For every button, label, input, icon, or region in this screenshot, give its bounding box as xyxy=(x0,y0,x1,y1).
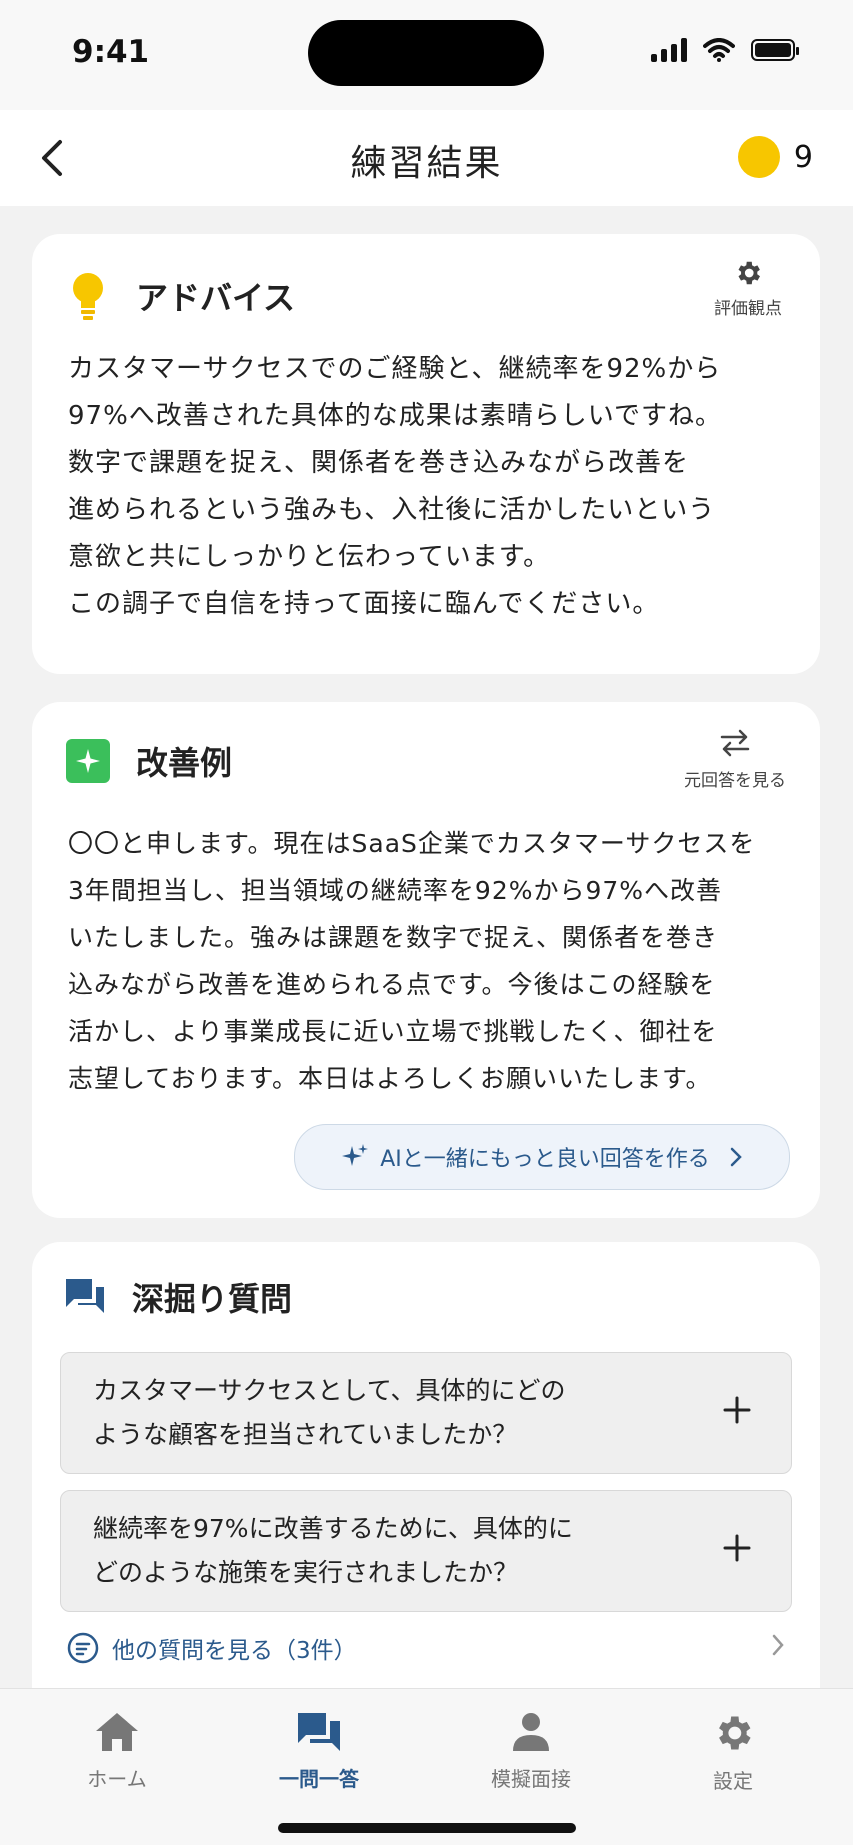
advice-body: カスタマーサクセスでのご経験と、継続率を92%から 97%へ改善された具体的な成… xyxy=(68,354,723,619)
home-indicator xyxy=(278,1823,576,1833)
chevron-right-icon xyxy=(730,1147,742,1167)
battery-icon xyxy=(751,39,799,61)
view-original-button[interactable]: 元回答を見る xyxy=(684,728,786,791)
coin-icon xyxy=(737,136,780,178)
gear-icon xyxy=(719,1716,751,1750)
followup-card: 深掘り質問 カスタマーサクセスとして、具体的にどの ような顧客を担当されていまし… xyxy=(32,1242,820,1702)
chevron-right-icon xyxy=(770,1632,786,1665)
plus-icon[interactable] xyxy=(723,1523,751,1575)
followup-header: 深掘り質問 xyxy=(64,1274,292,1320)
tab-mock-interview-label: 模擬面接 xyxy=(491,1767,571,1791)
tab-one-question[interactable]: 一問一答 xyxy=(244,1711,394,1792)
tab-bar: ホーム 一問一答 模擬面接 設定 xyxy=(0,1688,853,1845)
page-title: 練習結果 xyxy=(350,143,503,184)
tab-settings[interactable]: 設定 xyxy=(658,1711,808,1794)
tab-home[interactable]: ホーム xyxy=(42,1711,192,1792)
ai-sparkle-icon xyxy=(342,1144,369,1166)
tab-home-label: ホーム xyxy=(87,1767,147,1791)
question-item[interactable]: 継続率を97%に改善するために、具体的に どのような施策を実行されましたか？ xyxy=(60,1490,792,1612)
coin-balance[interactable]: 9 xyxy=(737,136,813,178)
more-questions-label: 他の質問を見る（3件） xyxy=(112,1638,357,1664)
chat-icon xyxy=(298,1713,340,1751)
tab-mock-interview[interactable]: 模擬面接 xyxy=(456,1711,606,1792)
evaluation-criteria-label: 評価観点 xyxy=(714,299,782,319)
improvement-card: 改善例 元回答を見る 〇〇と申します。現在はSaaS企業でカスタマーサクセスを … xyxy=(32,702,820,1218)
question-item[interactable]: カスタマーサクセスとして、具体的にどの ような顧客を担当されていましたか？ xyxy=(60,1352,792,1474)
tab-one-question-label: 一問一答 xyxy=(279,1767,359,1791)
advice-card: アドバイス 評価観点 カスタマーサクセスでのご経験と、継続率を92%から 97%… xyxy=(32,234,820,674)
view-original-label: 元回答を見る xyxy=(684,771,786,791)
question-list-icon xyxy=(67,1632,99,1664)
evaluation-criteria-button[interactable]: 評価観点 xyxy=(714,258,782,319)
sparkle-icon xyxy=(66,739,110,783)
chat-bubbles-icon xyxy=(66,1279,104,1313)
dynamic-island xyxy=(308,20,544,86)
advice-header: アドバイス xyxy=(66,270,295,322)
gear-icon xyxy=(738,261,760,285)
advice-title: アドバイス xyxy=(136,279,296,317)
wifi-icon xyxy=(703,38,735,62)
status-bar: 9:41 xyxy=(0,0,853,110)
person-icon xyxy=(513,1713,549,1751)
question-text: 継続率を97%に改善するために、具体的に どのような施策を実行されましたか？ xyxy=(93,1514,573,1587)
tab-settings-label: 設定 xyxy=(713,1769,753,1793)
ai-improve-button[interactable]: AIと一緒にもっと良い回答を作る xyxy=(294,1124,790,1190)
improvement-body: 〇〇と申します。現在はSaaS企業でカスタマーサクセスを 3年間担当し、担当領域… xyxy=(68,829,756,1093)
swap-arrows-icon xyxy=(720,729,750,757)
followup-title: 深掘り質問 xyxy=(132,1280,293,1318)
nav-header: 練習結果 9 xyxy=(0,110,853,206)
status-icons xyxy=(651,38,799,62)
improvement-header: 改善例 xyxy=(66,738,232,784)
home-icon xyxy=(96,1713,138,1751)
coin-count: 9 xyxy=(793,139,813,175)
lightbulb-icon xyxy=(73,273,103,320)
plus-icon[interactable] xyxy=(723,1385,751,1437)
question-text: カスタマーサクセスとして、具体的にどの ような顧客を担当されていましたか？ xyxy=(93,1376,566,1449)
more-questions-link[interactable]: 他の質問を見る（3件） xyxy=(66,1626,786,1670)
status-time: 9:41 xyxy=(72,34,150,70)
improvement-title: 改善例 xyxy=(136,744,233,782)
ai-improve-label: AIと一緒にもっと良い回答を作る xyxy=(380,1147,710,1172)
signal-icon xyxy=(651,38,687,62)
